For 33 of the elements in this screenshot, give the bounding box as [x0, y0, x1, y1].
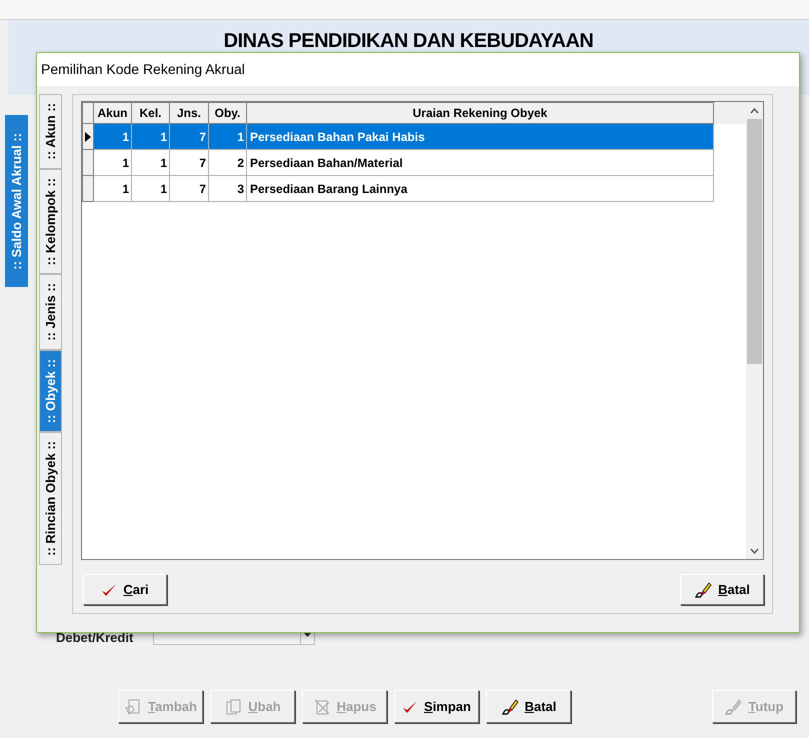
checkmark-icon [101, 582, 118, 598]
vertical-tab[interactable]: :: Rincian Obyek :: [39, 432, 62, 565]
scroll-thumb[interactable] [747, 119, 762, 364]
eraser-icon [724, 698, 742, 716]
cancel-button[interactable]: Batal [486, 690, 571, 723]
column-header[interactable]: Uraian Rekening Obyek [247, 102, 714, 124]
table-cell: 1 [94, 176, 132, 202]
field-label: Debet/Kredit [56, 629, 134, 647]
table-cell: 3 [209, 176, 247, 202]
vertical-tab[interactable]: :: Akun :: [39, 94, 62, 169]
save-button[interactable]: Simpan [394, 690, 479, 723]
vertical-tab[interactable]: :: Obyek :: [39, 350, 62, 432]
documents-icon [224, 698, 242, 716]
cancel-button[interactable]: Batal [680, 574, 764, 605]
hand-document-icon [124, 698, 142, 716]
scrollbar[interactable] [746, 102, 763, 559]
table-row[interactable]: 1 1 7 1 Persediaan Bahan Pakai Habis [82, 124, 714, 150]
eraser-icon [694, 580, 712, 598]
vertical-tab[interactable]: :: Jenis :: [39, 274, 62, 350]
header-title: DINAS PENDIDIKAN DAN KEBUDAYAAN [224, 30, 594, 52]
eraser-icon [500, 698, 519, 716]
checkmark-icon [402, 698, 418, 714]
vertical-tab[interactable]: :: Kelompok :: [39, 168, 62, 274]
search-button[interactable]: Cari [83, 574, 167, 605]
side-tab[interactable]: :: Saldo Awal Akrual :: [5, 115, 28, 287]
table-cell: 1 [132, 176, 170, 202]
dialog-title: Pemilihan Kode Rekening Akrual [41, 60, 245, 79]
pointer-icon [85, 132, 91, 142]
table-cell: 7 [170, 176, 209, 202]
delete-document-icon [312, 698, 331, 716]
table-row[interactable]: 1 1 7 3 Persediaan Barang Lainnya [82, 176, 714, 202]
table-row[interactable]: 1 1 7 2 Persediaan Bahan/Material [82, 150, 714, 176]
table-cell: Persediaan Barang Lainnya [247, 176, 714, 202]
